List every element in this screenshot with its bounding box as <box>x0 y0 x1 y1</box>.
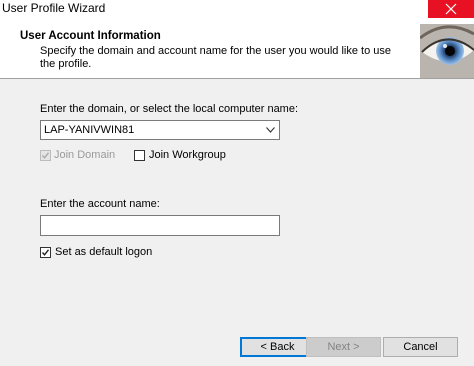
domain-combobox[interactable]: LAP-YANIVWIN81 <box>40 120 280 140</box>
default-logon-checkbox[interactable] <box>40 247 51 258</box>
checkmark-icon <box>41 152 50 159</box>
default-logon-label[interactable]: Set as default logon <box>55 246 152 258</box>
title-bar: User Profile Wizard <box>0 0 474 18</box>
window-title: User Profile Wizard <box>2 1 106 15</box>
next-button[interactable]: Next > <box>306 337 381 357</box>
join-workgroup-label[interactable]: Join Workgroup <box>149 149 226 161</box>
wizard-header: User Account Information Specify the dom… <box>0 18 474 78</box>
header-title: User Account Information <box>20 30 161 42</box>
account-name-input[interactable] <box>40 215 280 236</box>
chevron-down-icon[interactable] <box>266 127 275 133</box>
domain-value: LAP-YANIVWIN81 <box>44 124 135 136</box>
join-workgroup-checkbox[interactable] <box>134 150 145 161</box>
cancel-button[interactable]: Cancel <box>383 337 458 357</box>
account-label: Enter the account name: <box>40 198 160 210</box>
join-domain-checkbox <box>40 150 51 161</box>
checkmark-icon <box>41 249 50 256</box>
back-button[interactable]: < Back <box>240 337 315 357</box>
join-domain-label: Join Domain <box>54 149 116 161</box>
domain-label: Enter the domain, or select the local co… <box>40 103 299 115</box>
header-description: Specify the domain and account name for … <box>40 45 391 70</box>
close-button[interactable] <box>428 0 474 18</box>
close-icon <box>445 3 457 15</box>
eye-icon <box>420 24 474 78</box>
